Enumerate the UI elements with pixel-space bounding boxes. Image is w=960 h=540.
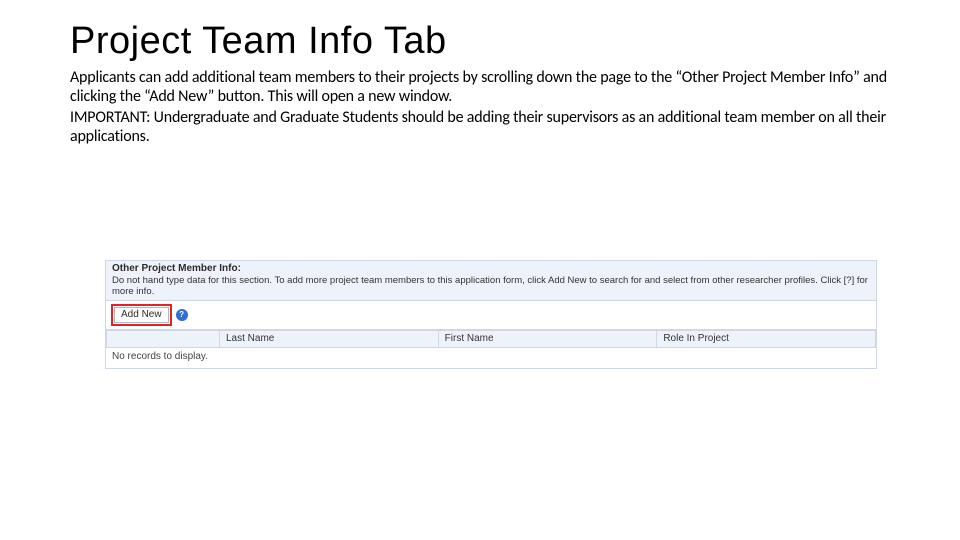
- add-new-button[interactable]: Add New: [114, 307, 169, 323]
- members-table: Last Name First Name Role In Project: [106, 330, 876, 348]
- highlight-ring: Add New: [111, 304, 172, 326]
- slide: Project Team Info Tab Applicants can add…: [0, 0, 960, 540]
- panel-header: Other Project Member Info: Do not hand t…: [106, 261, 876, 301]
- panel-toolbar: Add New ?: [106, 301, 876, 330]
- info-icon[interactable]: ?: [176, 309, 188, 321]
- table-header-row: Last Name First Name Role In Project: [107, 330, 876, 347]
- col-spacer: [107, 330, 220, 347]
- body-text: Applicants can add additional team membe…: [70, 69, 890, 147]
- panel-description: Do not hand type data for this section. …: [112, 275, 870, 298]
- col-role: Role In Project: [657, 330, 876, 347]
- panel-title: Other Project Member Info:: [112, 263, 870, 275]
- body-paragraph-1: Applicants can add additional team membe…: [70, 69, 890, 107]
- other-member-panel: Other Project Member Info: Do not hand t…: [105, 260, 877, 369]
- empty-state-text: No records to display.: [106, 348, 876, 368]
- col-first-name: First Name: [438, 330, 657, 347]
- col-last-name: Last Name: [220, 330, 439, 347]
- page-title: Project Team Info Tab: [70, 20, 890, 63]
- body-paragraph-2: IMPORTANT: Undergraduate and Graduate St…: [70, 109, 890, 147]
